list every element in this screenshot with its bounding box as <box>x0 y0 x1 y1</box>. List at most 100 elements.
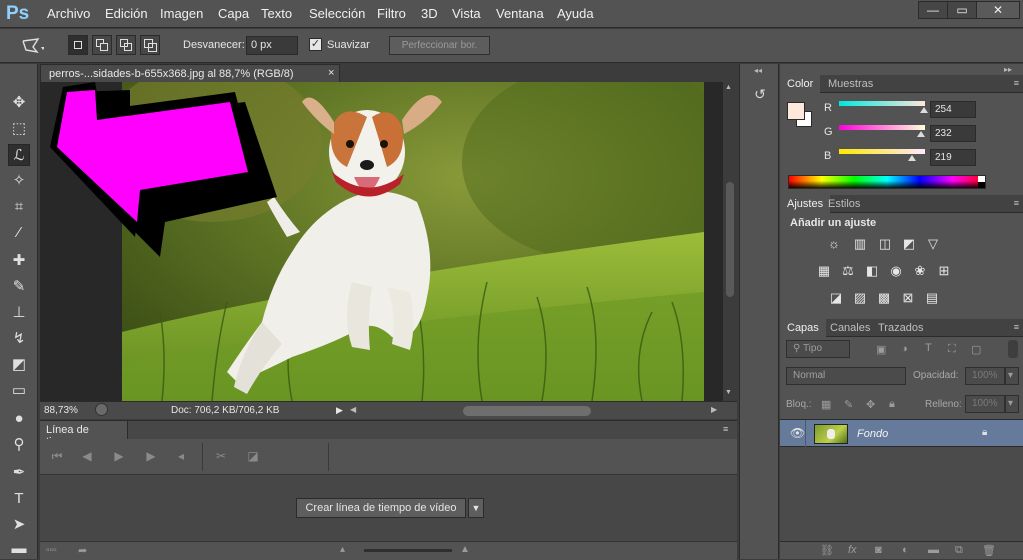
zoom-level[interactable]: 88,73% <box>44 405 78 416</box>
channel-mixer-icon[interactable]: ❀ <box>912 263 928 279</box>
refine-edge-button[interactable]: Perfeccionar bor. <box>389 36 490 55</box>
menu-texto[interactable]: Texto <box>261 6 292 21</box>
preview-icon[interactable] <box>95 403 108 416</box>
exposure-icon[interactable]: ◩ <box>901 236 917 252</box>
tab-trazados[interactable]: Trazados <box>871 319 930 337</box>
adjustments-panel-menu-icon[interactable]: ≡ <box>1014 198 1019 208</box>
healing-brush-icon[interactable]: ✚ <box>8 250 30 272</box>
menu-imagen[interactable]: Imagen <box>160 6 203 21</box>
timeline-dropdown-icon[interactable]: ▼ <box>468 498 484 518</box>
marquee-tool-icon[interactable]: ⬚ <box>8 118 30 140</box>
type-tool-icon[interactable]: T <box>8 488 30 510</box>
history-brush-icon[interactable]: ↯ <box>8 328 30 350</box>
antialias-checkbox[interactable]: ✓ <box>309 38 322 51</box>
adjustment-layer-icon[interactable]: ◐ <box>902 544 909 556</box>
filter-toggle[interactable] <box>1008 340 1018 358</box>
black-white-icon[interactable]: ◧ <box>864 263 880 279</box>
blur-tool-icon[interactable]: ● <box>8 408 30 430</box>
convert-icon[interactable]: ➦ <box>78 544 87 557</box>
vibrance-icon[interactable]: ▽ <box>925 236 941 252</box>
layer-style-icon[interactable]: fx <box>848 544 857 556</box>
timeline-zoom-slider[interactable] <box>364 549 452 552</box>
b-slider[interactable] <box>839 149 925 154</box>
levels-icon[interactable]: ▥ <box>852 236 868 252</box>
zoom-in-timeline-icon[interactable]: ▲ <box>460 544 470 555</box>
restore-button[interactable]: ▭ <box>947 1 977 19</box>
add-selection-icon[interactable] <box>92 35 112 55</box>
layer-filter-select[interactable]: ⚲ Tipo <box>786 340 850 358</box>
posterize-icon[interactable]: ▨ <box>852 290 868 306</box>
vertical-scrollbar[interactable]: ▲ ▼ <box>723 82 737 401</box>
layer-row-fondo[interactable]: 👁︎ Fondo 🔒︎ <box>780 419 1023 448</box>
filter-smart-icon[interactable]: ▢ <box>971 343 981 356</box>
menu-ayuda[interactable]: Ayuda <box>557 6 594 21</box>
color-panel-menu-icon[interactable]: ≡ <box>1014 78 1019 88</box>
horizontal-scroll-thumb[interactable] <box>463 406 591 416</box>
menu-ventana[interactable]: Ventana <box>496 6 544 21</box>
curves-icon[interactable]: ◫ <box>877 236 893 252</box>
hue-saturation-icon[interactable]: ▦ <box>816 263 832 279</box>
create-timeline-button[interactable]: Crear línea de tiempo de vídeo <box>296 498 466 518</box>
new-selection-icon[interactable] <box>68 35 88 55</box>
menu-edicion[interactable]: Edición <box>105 6 148 21</box>
gradient-map-icon[interactable]: ▤ <box>924 290 940 306</box>
document-tab[interactable]: perros-...sidades-b-655x368.jpg al 88,7%… <box>40 64 340 82</box>
lock-position-icon[interactable]: ✥ <box>866 398 875 411</box>
status-menu-icon[interactable]: ▶ <box>336 405 343 416</box>
tab-muestras[interactable]: Muestras <box>821 75 880 93</box>
layer-name[interactable]: Fondo <box>857 428 888 440</box>
clone-stamp-icon[interactable]: ⊥ <box>8 302 30 324</box>
first-frame-icon[interactable]: ⏮ <box>48 447 66 465</box>
history-panel-icon[interactable]: ↺ <box>750 86 770 106</box>
invert-icon[interactable]: ◪ <box>828 290 844 306</box>
lock-pixels-icon[interactable]: ✎ <box>844 398 853 411</box>
close-button[interactable]: ✕ <box>976 1 1020 19</box>
zoom-out-timeline-icon[interactable]: ▴ <box>340 544 345 555</box>
brush-tool-icon[interactable]: ✎ <box>8 276 30 298</box>
photo-filter-icon[interactable]: ◉ <box>888 263 904 279</box>
selective-color-icon[interactable]: ⊠ <box>900 290 916 306</box>
scroll-down-icon[interactable]: ▼ <box>725 389 732 396</box>
scroll-right-icon[interactable]: ▶ <box>711 405 717 414</box>
tab-capas[interactable]: Capas <box>780 319 826 337</box>
eraser-icon[interactable]: ◩ <box>8 354 30 376</box>
layers-panel-menu-icon[interactable]: ≡ <box>1014 322 1019 332</box>
crop-tool-icon[interactable]: ⌗ <box>8 196 30 218</box>
next-frame-icon[interactable]: ▶ <box>142 447 160 465</box>
menu-seleccion[interactable]: Selección <box>309 6 365 21</box>
minimize-button[interactable]: — <box>918 1 948 19</box>
fill-input[interactable]: 100% <box>965 395 1005 413</box>
visibility-eye-icon[interactable]: 👁︎ <box>790 426 805 440</box>
fill-dropdown-icon[interactable]: ▾ <box>1005 395 1019 413</box>
menu-archivo[interactable]: Archivo <box>47 6 90 21</box>
foreground-color-swatch[interactable] <box>787 102 805 120</box>
gradient-tool-icon[interactable]: ▭ <box>8 380 30 402</box>
opacity-dropdown-icon[interactable]: ▾ <box>1005 367 1019 385</box>
eyedropper-icon[interactable]: ⁄ <box>8 222 30 244</box>
close-tab-icon[interactable]: × <box>328 67 334 79</box>
new-group-icon[interactable]: ▬ <box>928 544 939 556</box>
b-slider-thumb[interactable] <box>908 155 916 161</box>
g-slider[interactable] <box>839 125 925 130</box>
menu-capa[interactable]: Capa <box>218 6 249 21</box>
polygonal-lasso-icon[interactable] <box>20 36 44 56</box>
move-tool-icon[interactable]: ✥ <box>8 92 30 114</box>
collapse-dock-icon[interactable]: ◂◂ <box>754 66 762 75</box>
delete-layer-icon[interactable]: 🗑︎ <box>982 544 996 557</box>
path-selection-icon[interactable]: ➤ <box>8 514 30 536</box>
color-balance-icon[interactable]: ⚖ <box>840 263 856 279</box>
menu-3d[interactable]: 3D <box>421 6 438 21</box>
filter-pixel-icon[interactable]: ▣ <box>876 343 886 356</box>
shape-tool-icon[interactable]: ▬ <box>8 538 30 560</box>
brightness-icon[interactable]: ☼ <box>826 236 842 252</box>
transition-icon[interactable]: ◪ <box>244 447 262 465</box>
vertical-scroll-thumb[interactable] <box>726 182 734 297</box>
intersect-selection-icon[interactable] <box>140 35 160 55</box>
prev-frame-icon[interactable]: ◀ <box>78 447 96 465</box>
color-lookup-icon[interactable]: ⊞ <box>936 263 952 279</box>
g-slider-thumb[interactable] <box>917 131 925 137</box>
opacity-input[interactable]: 100% <box>965 367 1005 385</box>
menu-filtro[interactable]: Filtro <box>377 6 406 21</box>
link-layers-icon[interactable]: ⛓ <box>820 544 834 557</box>
g-value[interactable]: 232 <box>930 125 976 142</box>
